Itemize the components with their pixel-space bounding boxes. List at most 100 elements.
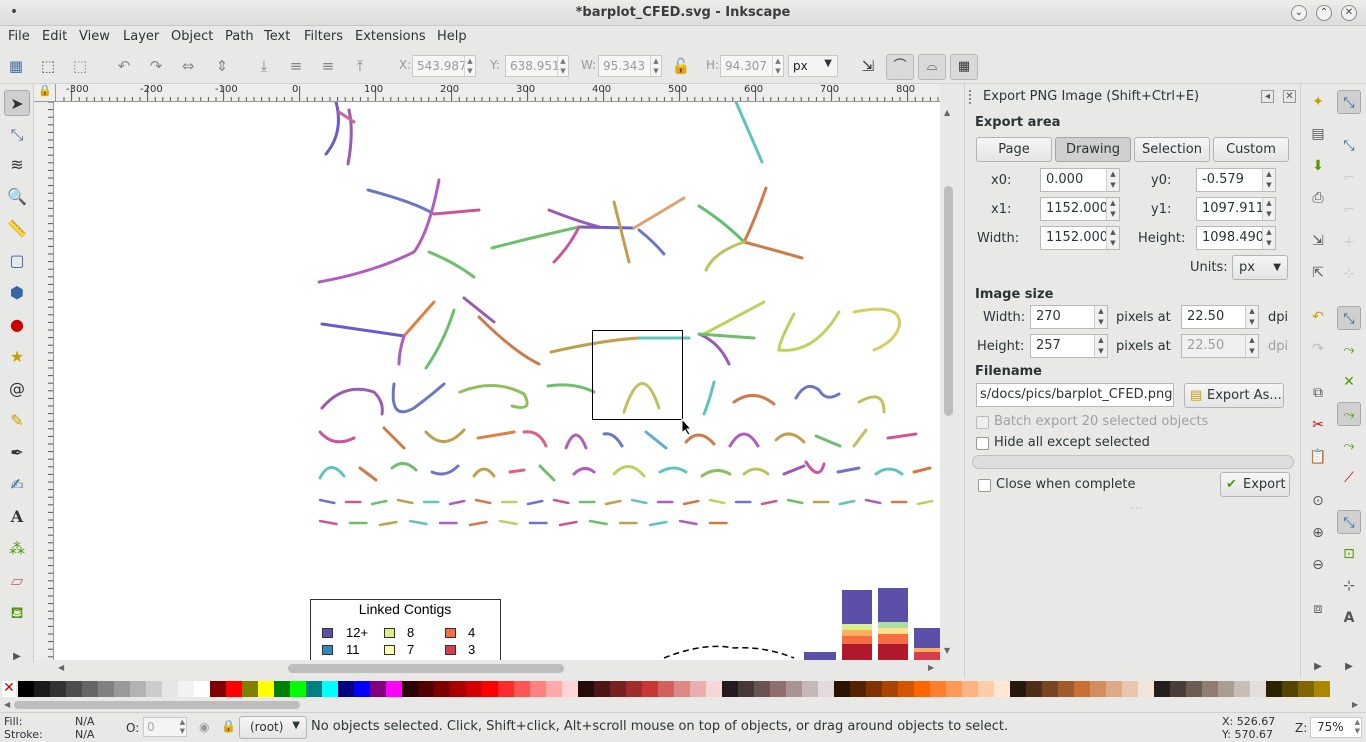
zoom-tool-icon[interactable]: 🔍 bbox=[4, 184, 30, 210]
opacity-input[interactable]: 0 ▲ ▼ bbox=[143, 717, 187, 737]
redo-icon[interactable]: ↷ bbox=[1306, 337, 1330, 361]
palette-scroll-right-icon[interactable]: ▶ bbox=[1352, 700, 1358, 709]
zoom-drawing-icon[interactable]: ⊕ bbox=[1306, 521, 1330, 545]
visibility-icon[interactable]: ◉ bbox=[199, 720, 209, 734]
x1-input[interactable]: 1152.000 ▲ ▼ bbox=[1040, 197, 1120, 221]
y0-input[interactable]: -0.579 ▲ ▼ bbox=[1196, 168, 1276, 192]
color-swatch[interactable] bbox=[818, 681, 834, 697]
color-swatch[interactable] bbox=[306, 681, 322, 697]
color-swatch[interactable] bbox=[610, 681, 626, 697]
snap-line-midpoint-icon[interactable]: ⟋ bbox=[1337, 466, 1361, 490]
color-swatch[interactable] bbox=[1090, 681, 1106, 697]
color-swatch[interactable] bbox=[594, 681, 610, 697]
color-swatch[interactable] bbox=[978, 681, 994, 697]
move-patterns-toggle[interactable]: ▦ bbox=[950, 54, 978, 80]
snap-intersections-icon[interactable]: ✕ bbox=[1337, 370, 1361, 394]
color-swatch[interactable] bbox=[450, 681, 466, 697]
color-swatch[interactable] bbox=[18, 681, 34, 697]
scale-stroke-icon[interactable]: ⇲ bbox=[858, 56, 878, 76]
scroll-right-icon[interactable]: ▶ bbox=[928, 663, 934, 672]
star-tool-icon[interactable]: ★ bbox=[4, 344, 30, 370]
toolbox-expand-icon[interactable]: ▶ bbox=[4, 644, 30, 670]
color-swatch[interactable] bbox=[962, 681, 978, 697]
color-swatch[interactable] bbox=[930, 681, 946, 697]
spiral-tool-icon[interactable]: @ bbox=[4, 376, 30, 402]
export-as-button[interactable]: ▤ Export As... bbox=[1184, 383, 1284, 408]
color-swatch[interactable] bbox=[146, 681, 162, 697]
scroll-down-icon[interactable]: ▼ bbox=[944, 646, 950, 655]
lock-icon[interactable]: 🔓 bbox=[671, 56, 691, 76]
rectangle-tool-icon[interactable]: ▢ bbox=[4, 248, 30, 274]
paste-icon[interactable]: 📋 bbox=[1306, 445, 1330, 469]
snap-smooth-icon[interactable]: ⤳ bbox=[1337, 434, 1361, 458]
color-swatch[interactable] bbox=[258, 681, 274, 697]
snap-expand-icon[interactable]: ▶ bbox=[1337, 655, 1361, 679]
print-icon[interactable]: ⎙ bbox=[1306, 186, 1330, 210]
snap-midpoint-icon[interactable]: + bbox=[1337, 230, 1361, 254]
palette-scroll-left-icon[interactable]: ◀ bbox=[4, 700, 10, 709]
open-icon[interactable]: ▤ bbox=[1306, 122, 1330, 146]
snap-center-icon[interactable]: ⊹ bbox=[1337, 262, 1361, 286]
paint-bucket-tool-icon[interactable]: ⛾ bbox=[4, 600, 30, 626]
color-swatch[interactable] bbox=[370, 681, 386, 697]
color-swatch[interactable] bbox=[1282, 681, 1298, 697]
snap-nodes-icon[interactable]: ⤡ bbox=[1337, 306, 1361, 330]
ellipse-tool-icon[interactable]: ● bbox=[4, 312, 30, 338]
color-swatch[interactable] bbox=[562, 681, 578, 697]
dialog-handle-icon[interactable] bbox=[969, 90, 979, 104]
3d-box-tool-icon[interactable]: ⬢ bbox=[4, 280, 30, 306]
measure-tool-icon[interactable]: 📏 bbox=[4, 216, 30, 242]
color-swatch[interactable] bbox=[866, 681, 882, 697]
close-when-complete-checkbox[interactable] bbox=[978, 479, 991, 492]
color-swatch[interactable] bbox=[514, 681, 530, 697]
menu-edit[interactable]: Edit bbox=[42, 29, 67, 44]
calligraphy-tool-icon[interactable]: ✍ bbox=[4, 472, 30, 498]
color-swatch[interactable] bbox=[1314, 681, 1330, 697]
no-paint-swatch-icon[interactable]: ✕ bbox=[2, 681, 16, 697]
menu-text[interactable]: Text bbox=[264, 29, 290, 44]
color-swatch[interactable] bbox=[194, 681, 210, 697]
duplicate-icon[interactable]: ⧈ bbox=[1306, 597, 1330, 621]
color-swatch[interactable] bbox=[578, 681, 594, 697]
color-swatch[interactable] bbox=[722, 681, 738, 697]
snap-bbox-icon[interactable]: ⤡ bbox=[1337, 134, 1361, 158]
snap-others-icon[interactable]: ⤡ bbox=[1337, 510, 1361, 534]
snap-cusp-icon[interactable]: ⤳ bbox=[1337, 402, 1361, 426]
x-input[interactable]: 543.987 ▲ ▼ bbox=[412, 55, 476, 77]
color-swatch[interactable] bbox=[946, 681, 962, 697]
menu-filters[interactable]: Filters bbox=[304, 29, 343, 44]
copy-icon[interactable]: ⧉ bbox=[1306, 381, 1330, 405]
units-select[interactable]: px ▼ bbox=[1232, 255, 1288, 280]
vertical-scroll-thumb[interactable] bbox=[944, 186, 953, 416]
vertical-scrollbar[interactable]: ▲ ▼ bbox=[940, 102, 958, 660]
color-swatch[interactable] bbox=[114, 681, 130, 697]
color-swatch[interactable] bbox=[658, 681, 674, 697]
color-swatch[interactable] bbox=[418, 681, 434, 697]
color-swatch[interactable] bbox=[1266, 681, 1282, 697]
color-swatch[interactable] bbox=[882, 681, 898, 697]
color-swatch[interactable] bbox=[786, 681, 802, 697]
select-all-icon[interactable]: ▦ bbox=[6, 56, 26, 76]
img-height-input[interactable]: 257 ▲ ▼ bbox=[1030, 334, 1108, 358]
color-swatch[interactable] bbox=[1042, 681, 1058, 697]
color-swatch[interactable] bbox=[802, 681, 818, 697]
raise-icon[interactable]: ≡ bbox=[318, 56, 338, 76]
horizontal-scroll-thumb[interactable] bbox=[288, 664, 564, 673]
color-swatch[interactable] bbox=[34, 681, 50, 697]
select-all-layers-icon[interactable]: ⬚ bbox=[38, 56, 58, 76]
snap-bbox-corner-icon[interactable]: ⌐ bbox=[1337, 198, 1361, 222]
import-icon[interactable]: ⇲ bbox=[1306, 229, 1330, 253]
color-swatch[interactable] bbox=[994, 681, 1010, 697]
color-swatch[interactable] bbox=[530, 681, 546, 697]
color-swatch[interactable] bbox=[210, 681, 226, 697]
layer-lock-icon[interactable]: 🔒 bbox=[221, 719, 236, 733]
dialog-iconify-icon[interactable]: ◂ bbox=[1261, 90, 1274, 103]
menu-path[interactable]: Path bbox=[225, 29, 254, 44]
snap-bbox-edge-icon[interactable]: ⌐ bbox=[1337, 166, 1361, 190]
y-input[interactable]: 638.951 ▲ ▼ bbox=[505, 55, 569, 77]
hide-all-checkbox[interactable] bbox=[976, 437, 989, 450]
color-swatch[interactable] bbox=[50, 681, 66, 697]
menu-extensions[interactable]: Extensions bbox=[355, 29, 426, 44]
color-swatch[interactable] bbox=[178, 681, 194, 697]
color-swatch[interactable] bbox=[1138, 681, 1154, 697]
